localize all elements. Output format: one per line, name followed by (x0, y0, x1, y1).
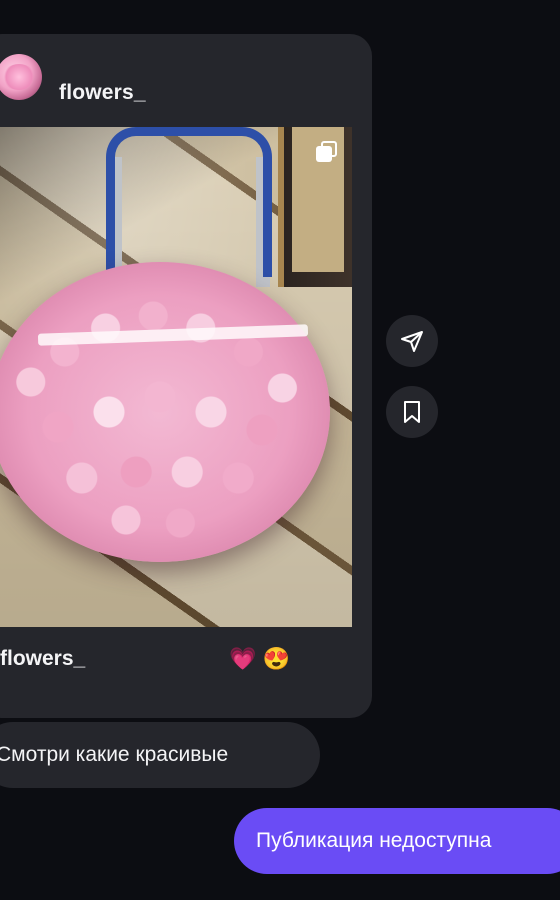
carousel-icon (316, 141, 338, 163)
post-caption: flowers_ 💗 😍 (0, 646, 290, 672)
caption-redacted (85, 649, 225, 669)
post-username[interactable]: flowers_ (59, 81, 146, 105)
caption-emojis: 💗 😍 (229, 646, 291, 671)
avatar[interactable] (0, 54, 42, 100)
post-image[interactable] (0, 127, 352, 627)
save-button[interactable] (386, 386, 438, 438)
outgoing-message-text: Публикация недоступна (256, 829, 492, 852)
outgoing-message-bubble[interactable]: Публикация недоступна (234, 808, 560, 874)
post-header[interactable]: flowers_ (0, 34, 372, 126)
shared-post-card[interactable]: flowers_ flowers_ 💗 😍 (0, 34, 372, 718)
cart-handle (106, 127, 272, 277)
send-icon (401, 331, 423, 352)
share-button[interactable] (386, 315, 438, 367)
peony-bouquet (0, 262, 330, 562)
caption-username: flowers_ (0, 647, 86, 670)
incoming-message-bubble[interactable]: Смотри какие красивые (0, 722, 320, 788)
incoming-message-text: Смотри какие красивые (0, 743, 229, 766)
bookmark-icon (404, 401, 420, 423)
wall-frame (278, 127, 352, 287)
